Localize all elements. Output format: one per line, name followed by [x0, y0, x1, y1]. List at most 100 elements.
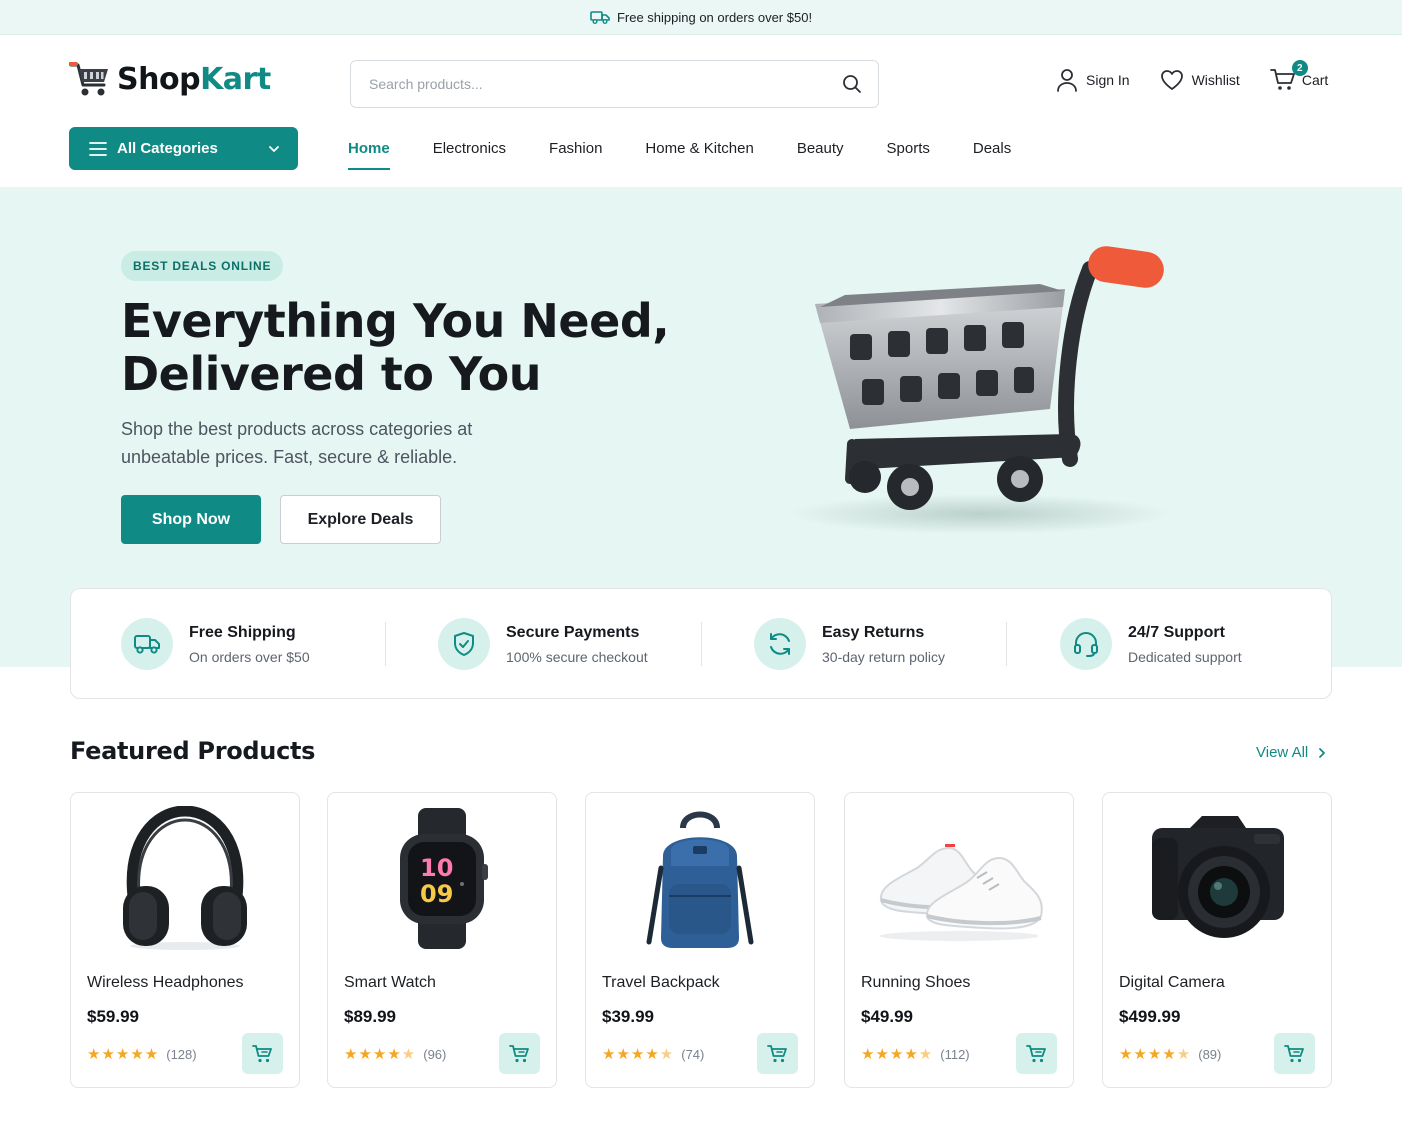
- star-rating-icon: ★★★★★: [861, 1046, 934, 1063]
- cart-logo-icon: [69, 62, 108, 96]
- view-all-link[interactable]: View All: [1256, 744, 1326, 761]
- refresh-icon: [754, 618, 806, 670]
- hero-subtitle-line1: Shop the best products across categories…: [121, 419, 473, 439]
- svg-text:10: 10: [420, 854, 453, 882]
- cart-icon: [1283, 1044, 1304, 1062]
- heart-icon: [1160, 70, 1183, 90]
- cart-icon: [766, 1044, 787, 1062]
- feature-free-shipping: Free Shipping On orders over $50: [121, 618, 310, 670]
- product-rating: ★★★★★ (112): [861, 1045, 970, 1063]
- features-strip: Free Shipping On orders over $50 Secure …: [70, 588, 1332, 699]
- hero-subtitle: Shop the best products across categories…: [121, 415, 541, 471]
- product-card[interactable]: Digital Camera $499.99 ★★★★★ (89): [1102, 792, 1332, 1088]
- logo[interactable]: ShopKart: [69, 60, 271, 98]
- product-name[interactable]: Running Shoes: [861, 974, 970, 992]
- product-rating: ★★★★★ (96): [344, 1045, 446, 1063]
- product-price: $499.99: [1119, 1007, 1181, 1026]
- add-to-cart-button[interactable]: [499, 1033, 540, 1074]
- star-rating-icon: ★★★★★: [87, 1046, 160, 1063]
- product-rating: ★★★★★ (89): [1119, 1045, 1221, 1063]
- add-to-cart-button[interactable]: [1274, 1033, 1315, 1074]
- feature-desc: On orders over $50: [189, 649, 310, 665]
- divider: [701, 622, 702, 666]
- nav-item-sports[interactable]: Sports: [887, 127, 930, 170]
- feature-title: 24/7 Support: [1128, 624, 1225, 641]
- feature-title: Secure Payments: [506, 624, 640, 641]
- nav-item-electronics[interactable]: Electronics: [433, 127, 506, 170]
- backpack-image: [586, 803, 814, 953]
- all-categories-label: All Categories: [117, 140, 218, 157]
- cart-icon: [1025, 1044, 1046, 1062]
- add-to-cart-button[interactable]: [757, 1033, 798, 1074]
- wishlist-button[interactable]: Wishlist: [1160, 69, 1240, 91]
- product-price: $59.99: [87, 1007, 139, 1026]
- promo-bar: Free shipping on orders over $50!: [0, 0, 1402, 35]
- product-name[interactable]: Wireless Headphones: [87, 974, 244, 992]
- chevron-right-icon: [1319, 747, 1326, 758]
- sign-in-button[interactable]: Sign In: [1056, 68, 1130, 92]
- feature-desc: 100% secure checkout: [506, 649, 648, 665]
- feature-title: Free Shipping: [189, 624, 296, 641]
- product-name[interactable]: Digital Camera: [1119, 974, 1225, 992]
- camera-image: [1103, 803, 1331, 953]
- shield-icon: [438, 618, 490, 670]
- product-rating: ★★★★★ (128): [87, 1045, 197, 1063]
- search-icon[interactable]: [842, 74, 862, 94]
- search-input[interactable]: [369, 76, 842, 92]
- logo-text-kart: Kart: [200, 61, 271, 97]
- explore-deals-button[interactable]: Explore Deals: [280, 495, 441, 544]
- cart-count-badge: 2: [1291, 60, 1308, 76]
- add-to-cart-button[interactable]: [1016, 1033, 1057, 1074]
- product-card[interactable]: Travel Backpack $39.99 ★★★★★ (74): [585, 792, 815, 1088]
- headset-icon: [1060, 618, 1112, 670]
- divider: [1006, 622, 1007, 666]
- cart-label: Cart: [1301, 72, 1329, 88]
- view-all-label: View All: [1256, 744, 1309, 761]
- hero-subtitle-line2: unbeatable prices. Fast, secure & reliab…: [121, 447, 458, 467]
- review-count: (96): [423, 1046, 447, 1062]
- review-count: (128): [166, 1046, 197, 1062]
- user-icon: [1057, 69, 1077, 92]
- menu-icon: [89, 141, 107, 156]
- feature-support: 24/7 Support Dedicated support: [1060, 618, 1242, 670]
- product-card[interactable]: Running Shoes $49.99 ★★★★★ (112): [844, 792, 1074, 1088]
- all-categories-button[interactable]: All Categories: [69, 127, 298, 170]
- headphones-image: [71, 803, 299, 953]
- feature-desc: Dedicated support: [1128, 649, 1242, 665]
- product-card[interactable]: Wireless Headphones $59.99 ★★★★★ (128): [70, 792, 300, 1088]
- product-name[interactable]: Smart Watch: [344, 974, 436, 992]
- cart-icon: [508, 1044, 529, 1062]
- cart-button[interactable]: 2 Cart: [1269, 60, 1329, 92]
- add-to-cart-button[interactable]: [242, 1033, 283, 1074]
- featured-products-title: Featured Products: [70, 737, 316, 765]
- promo-text: Free shipping on orders over $50!: [616, 9, 813, 25]
- truck-icon: [121, 618, 173, 670]
- hero-title-line2: Delivered to You: [121, 347, 541, 401]
- star-rating-icon: ★★★★★: [1119, 1046, 1192, 1063]
- cart-icon: [251, 1044, 272, 1062]
- nav-item-home-kitchen[interactable]: Home & Kitchen: [645, 127, 753, 170]
- header-actions: Sign In Wishlist 2 Cart: [1056, 60, 1329, 92]
- nav-item-beauty[interactable]: Beauty: [797, 127, 844, 170]
- product-rating: ★★★★★ (74): [602, 1045, 704, 1063]
- chevron-down-icon: [269, 145, 279, 152]
- feature-secure-payments: Secure Payments 100% secure checkout: [438, 618, 648, 670]
- product-card[interactable]: 10 09 Smart Watch $89.99 ★★★★★ (96): [327, 792, 557, 1088]
- feature-easy-returns: Easy Returns 30-day return policy: [754, 618, 945, 670]
- product-name[interactable]: Travel Backpack: [602, 974, 720, 992]
- logo-text-shop: Shop: [117, 61, 201, 97]
- shop-now-button[interactable]: Shop Now: [121, 495, 261, 544]
- nav-item-home[interactable]: Home: [348, 127, 390, 170]
- review-count: (112): [940, 1046, 970, 1062]
- shopping-cart-illustration: [790, 246, 1170, 534]
- review-count: (74): [681, 1046, 705, 1062]
- star-rating-icon: ★★★★★: [344, 1046, 417, 1063]
- main-nav: Home Electronics Fashion Home & Kitchen …: [348, 127, 1054, 170]
- nav-item-deals[interactable]: Deals: [973, 127, 1011, 170]
- product-price: $39.99: [602, 1007, 654, 1026]
- review-count: (89): [1198, 1046, 1222, 1062]
- hero-title-line1: Everything You Need,: [121, 294, 670, 348]
- smartwatch-image: 10 09: [328, 803, 556, 953]
- nav-item-fashion[interactable]: Fashion: [549, 127, 602, 170]
- feature-desc: 30-day return policy: [822, 649, 945, 665]
